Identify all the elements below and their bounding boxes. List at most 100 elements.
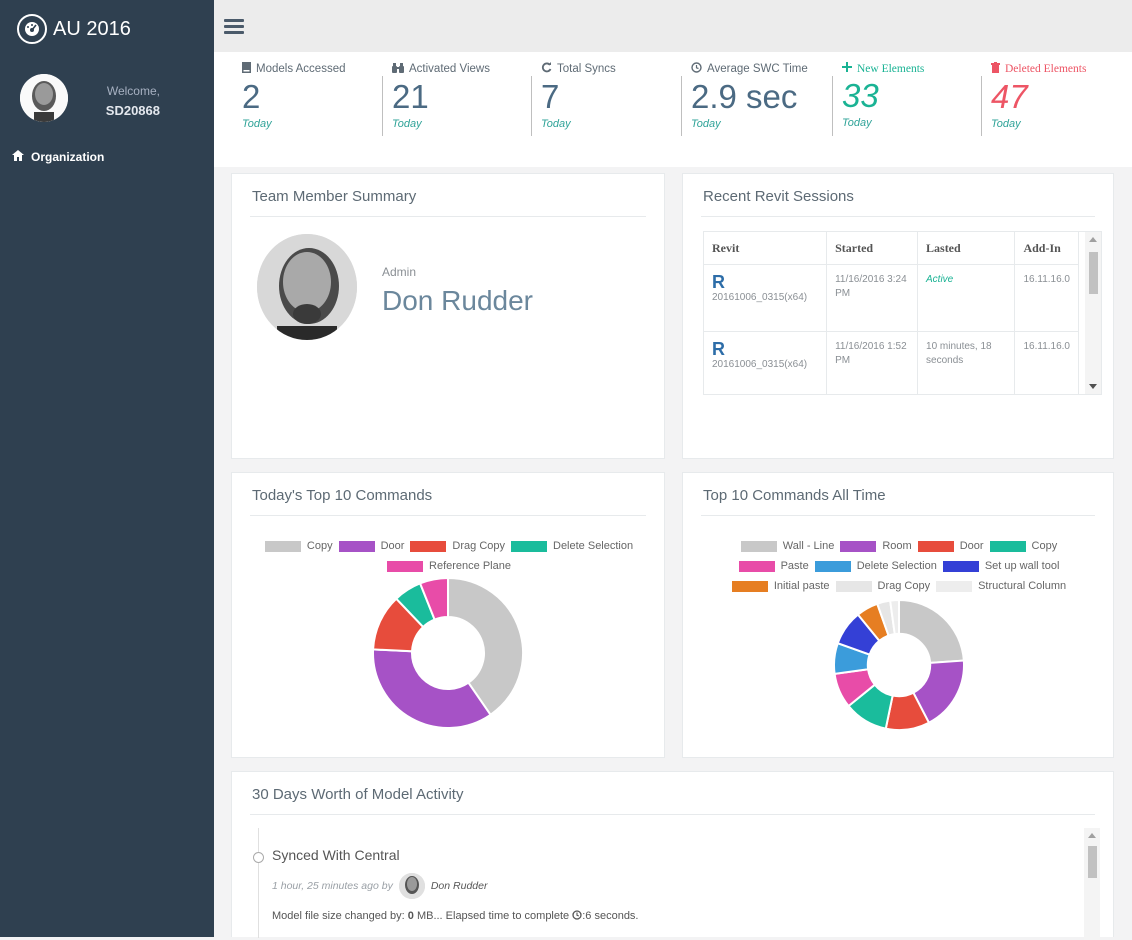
column-header[interactable]: Lasted <box>917 232 1016 265</box>
scroll-up-icon[interactable] <box>1088 833 1096 838</box>
legend-item[interactable]: Drag Copy <box>410 540 505 552</box>
donut-slice-wall-line[interactable] <box>898 599 965 664</box>
sessions-scrollbar[interactable] <box>1085 232 1101 394</box>
legend-item[interactable]: Room <box>840 540 912 552</box>
brand[interactable]: AU 2016 <box>17 13 131 45</box>
legend-label: Room <box>882 540 912 552</box>
legend-item[interactable]: Delete Selection <box>511 540 633 552</box>
chart-legend: Wall - Line Room Door Copy Paste Delete … <box>701 536 1097 596</box>
legend-label: Door <box>959 540 984 552</box>
legend-label: Drag Copy <box>452 540 505 552</box>
stat-label: Deleted Elements <box>1005 63 1087 75</box>
chart-legend: Copy Door Drag Copy Delete Selection Ref… <box>252 536 646 576</box>
app-title: AU 2016 <box>53 17 131 40</box>
scroll-down-icon[interactable] <box>1089 384 1097 389</box>
refresh-icon <box>541 62 552 76</box>
column-header[interactable]: Add-In <box>1014 232 1079 265</box>
todays-top-commands-panel: Today's Top 10 Commands Copy Door Drag C… <box>231 472 665 758</box>
stat-value: 33 <box>842 77 879 114</box>
column-header[interactable]: Revit <box>704 232 828 265</box>
stat-models-accessed: Models Accessed 2 Today <box>242 62 392 162</box>
legend-item[interactable]: Door <box>917 540 984 552</box>
legend-item[interactable]: Copy <box>264 540 333 552</box>
lasted-cell: Active <box>926 274 954 285</box>
legend-item[interactable]: Paste <box>738 560 809 572</box>
timeline-line <box>258 828 259 938</box>
hamburger-menu-icon[interactable] <box>224 19 244 34</box>
legend-swatch <box>740 540 777 552</box>
stat-total-syncs: Total Syncs 7 Today <box>531 62 691 162</box>
donut-slice-door[interactable] <box>372 648 492 729</box>
column-header[interactable]: Started <box>826 232 919 265</box>
legend-item[interactable]: Initial paste <box>731 580 830 592</box>
dashboard-gauge-icon <box>17 14 47 44</box>
stat-value: 47 <box>991 78 1028 115</box>
avatar[interactable] <box>398 873 425 899</box>
table-row[interactable]: R 20161006_0315(x64) 11/16/2016 3:24 PM A… <box>704 264 1079 332</box>
legend-label: Initial paste <box>773 580 830 592</box>
stat-activated-views: Activated Views 21 Today <box>382 62 542 162</box>
clock-icon <box>691 62 702 76</box>
started-cell: 11/16/2016 1:52 PM <box>826 331 919 394</box>
sidebar-item-organization[interactable]: Organization <box>12 150 104 164</box>
panel-title: Team Member Summary <box>252 188 417 205</box>
stat-label: Activated Views <box>409 63 490 75</box>
legend-item[interactable]: Set up wall tool <box>942 560 1060 572</box>
legend-swatch <box>835 580 872 592</box>
stat-label: Average SWC Time <box>707 63 808 75</box>
legend-swatch <box>942 560 979 572</box>
stat-sub: Today <box>541 118 571 130</box>
divider <box>701 216 1095 217</box>
divider <box>681 76 682 136</box>
divider <box>250 515 646 516</box>
scrollbar-thumb[interactable] <box>1089 252 1098 294</box>
recent-revit-sessions-panel: Recent Revit Sessions Revit Started Last… <box>682 173 1114 459</box>
legend-label: Copy <box>1031 540 1058 552</box>
legend-label: Wall - Line <box>782 540 835 552</box>
legend-item[interactable]: Reference Plane <box>387 560 511 572</box>
stat-sub: Today <box>842 117 872 129</box>
activity-title: Synced With Central <box>272 847 400 863</box>
activity-scrollbar[interactable] <box>1084 828 1100 940</box>
detail-prefix: Model file size changed by: <box>272 910 405 922</box>
legend-item[interactable]: Drag Copy <box>835 580 931 592</box>
legend-swatch <box>738 560 775 572</box>
legend-item[interactable]: Door <box>338 540 404 552</box>
activity-detail: Model file size changed by: 0 MB... Elap… <box>272 910 639 922</box>
avatar[interactable] <box>20 74 68 122</box>
legend-swatch <box>731 580 768 592</box>
user-profile: Welcome, SD20868 <box>20 74 210 124</box>
stat-label: Total Syncs <box>557 63 616 75</box>
legend-swatch <box>936 580 973 592</box>
divider <box>531 76 532 136</box>
legend-label: Set up wall tool <box>984 560 1060 572</box>
revit-logo-icon: R <box>712 272 725 292</box>
stat-sub: Today <box>991 118 1021 130</box>
legend-item[interactable]: Structural Column <box>936 580 1066 592</box>
stat-value: 21 <box>392 78 429 115</box>
legend-swatch <box>917 540 954 552</box>
scroll-up-icon[interactable] <box>1089 237 1097 242</box>
sessions-table-container[interactable]: Revit Started Lasted Add-In R 20161006_03… <box>703 231 1102 395</box>
scrollbar-thumb[interactable] <box>1088 846 1097 878</box>
activity-timeline: Synced With Central 1 hour, 25 minutes a… <box>250 828 1112 938</box>
panel-title: Today's Top 10 Commands <box>252 487 433 504</box>
activity-user[interactable]: Don Rudder <box>431 880 488 892</box>
alltime-commands-donut-chart <box>833 599 965 731</box>
started-cell: 11/16/2016 3:24 PM <box>826 264 919 332</box>
detail-time: :6 seconds. <box>582 910 639 922</box>
legend-item[interactable]: Copy <box>989 540 1058 552</box>
stat-label: New Elements <box>857 62 925 75</box>
legend-item[interactable]: Wall - Line <box>740 540 835 552</box>
table-row[interactable]: R 20161006_0315(x64) 11/16/2016 1:52 PM 1… <box>704 331 1079 394</box>
model-activity-panel: 30 Days Worth of Model Activity Synced W… <box>231 771 1114 940</box>
todays-commands-donut-chart <box>372 577 524 729</box>
team-member-summary-panel: Team Member Summary Admin Don Rudder <box>231 173 665 459</box>
divider <box>981 76 982 136</box>
panel-title: Top 10 Commands All Time <box>703 487 886 504</box>
stat-value: 7 <box>541 78 560 115</box>
legend-item[interactable]: Delete Selection <box>814 560 937 572</box>
activity-time: 1 hour, 25 minutes ago by <box>272 880 393 892</box>
legend-label: Reference Plane <box>429 560 511 572</box>
legend-label: Drag Copy <box>877 580 931 592</box>
